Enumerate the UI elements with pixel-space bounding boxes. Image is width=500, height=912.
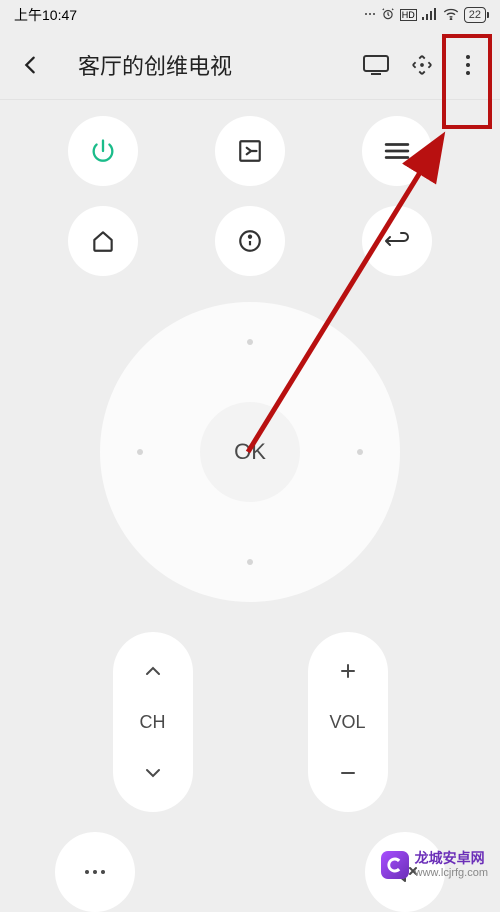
volume-label: VOL — [308, 710, 388, 735]
header: 客厅的创维电视 — [0, 30, 500, 100]
hd-icon: HD — [400, 9, 417, 21]
status-right: HD 22 — [364, 7, 486, 24]
return-button[interactable] — [362, 206, 432, 276]
channel-down-button[interactable] — [113, 735, 193, 813]
fullscreen-button[interactable] — [404, 47, 440, 83]
control-row-2 — [0, 202, 500, 292]
alarm-icon — [381, 7, 395, 24]
power-button[interactable] — [68, 116, 138, 186]
volume-down-button[interactable] — [308, 735, 388, 813]
channel-rocker: CH — [113, 632, 193, 812]
battery-icon: 22 — [464, 7, 486, 23]
ok-button[interactable]: OK — [200, 402, 300, 502]
dpad-right-indicator — [357, 449, 363, 455]
watermark-title: 龙城安卓网 — [415, 851, 488, 866]
input-button[interactable] — [215, 116, 285, 186]
home-button[interactable] — [68, 206, 138, 276]
wifi-icon — [443, 7, 459, 23]
watermark: 龙城安卓网 www.lcjrfg.com — [381, 851, 488, 879]
pill-row: CH VOL — [0, 632, 500, 812]
watermark-logo-icon — [381, 851, 409, 879]
status-bar: 上午10:47 HD 22 — [0, 0, 500, 30]
watermark-url: www.lcjrfg.com — [415, 867, 488, 879]
back-button[interactable] — [12, 47, 48, 83]
more-button[interactable] — [55, 832, 135, 912]
volume-rocker: VOL — [308, 632, 388, 812]
projection-button[interactable] — [358, 47, 394, 83]
status-time: 上午10:47 — [14, 5, 77, 25]
page-title: 客厅的创维电视 — [78, 49, 348, 81]
info-button[interactable] — [215, 206, 285, 276]
menu-button[interactable] — [362, 116, 432, 186]
dpad-up-indicator — [247, 339, 253, 345]
dpad-down-indicator — [247, 559, 253, 565]
more-options-button[interactable] — [450, 47, 486, 83]
control-row-1 — [0, 100, 500, 202]
dpad-left-indicator — [137, 449, 143, 455]
dots-icon — [364, 7, 376, 23]
channel-up-button[interactable] — [113, 632, 193, 710]
dpad[interactable]: OK — [100, 302, 400, 602]
channel-label: CH — [113, 710, 193, 735]
dpad-container: OK — [0, 292, 500, 632]
volume-up-button[interactable] — [308, 632, 388, 710]
signal-icon — [422, 7, 438, 23]
